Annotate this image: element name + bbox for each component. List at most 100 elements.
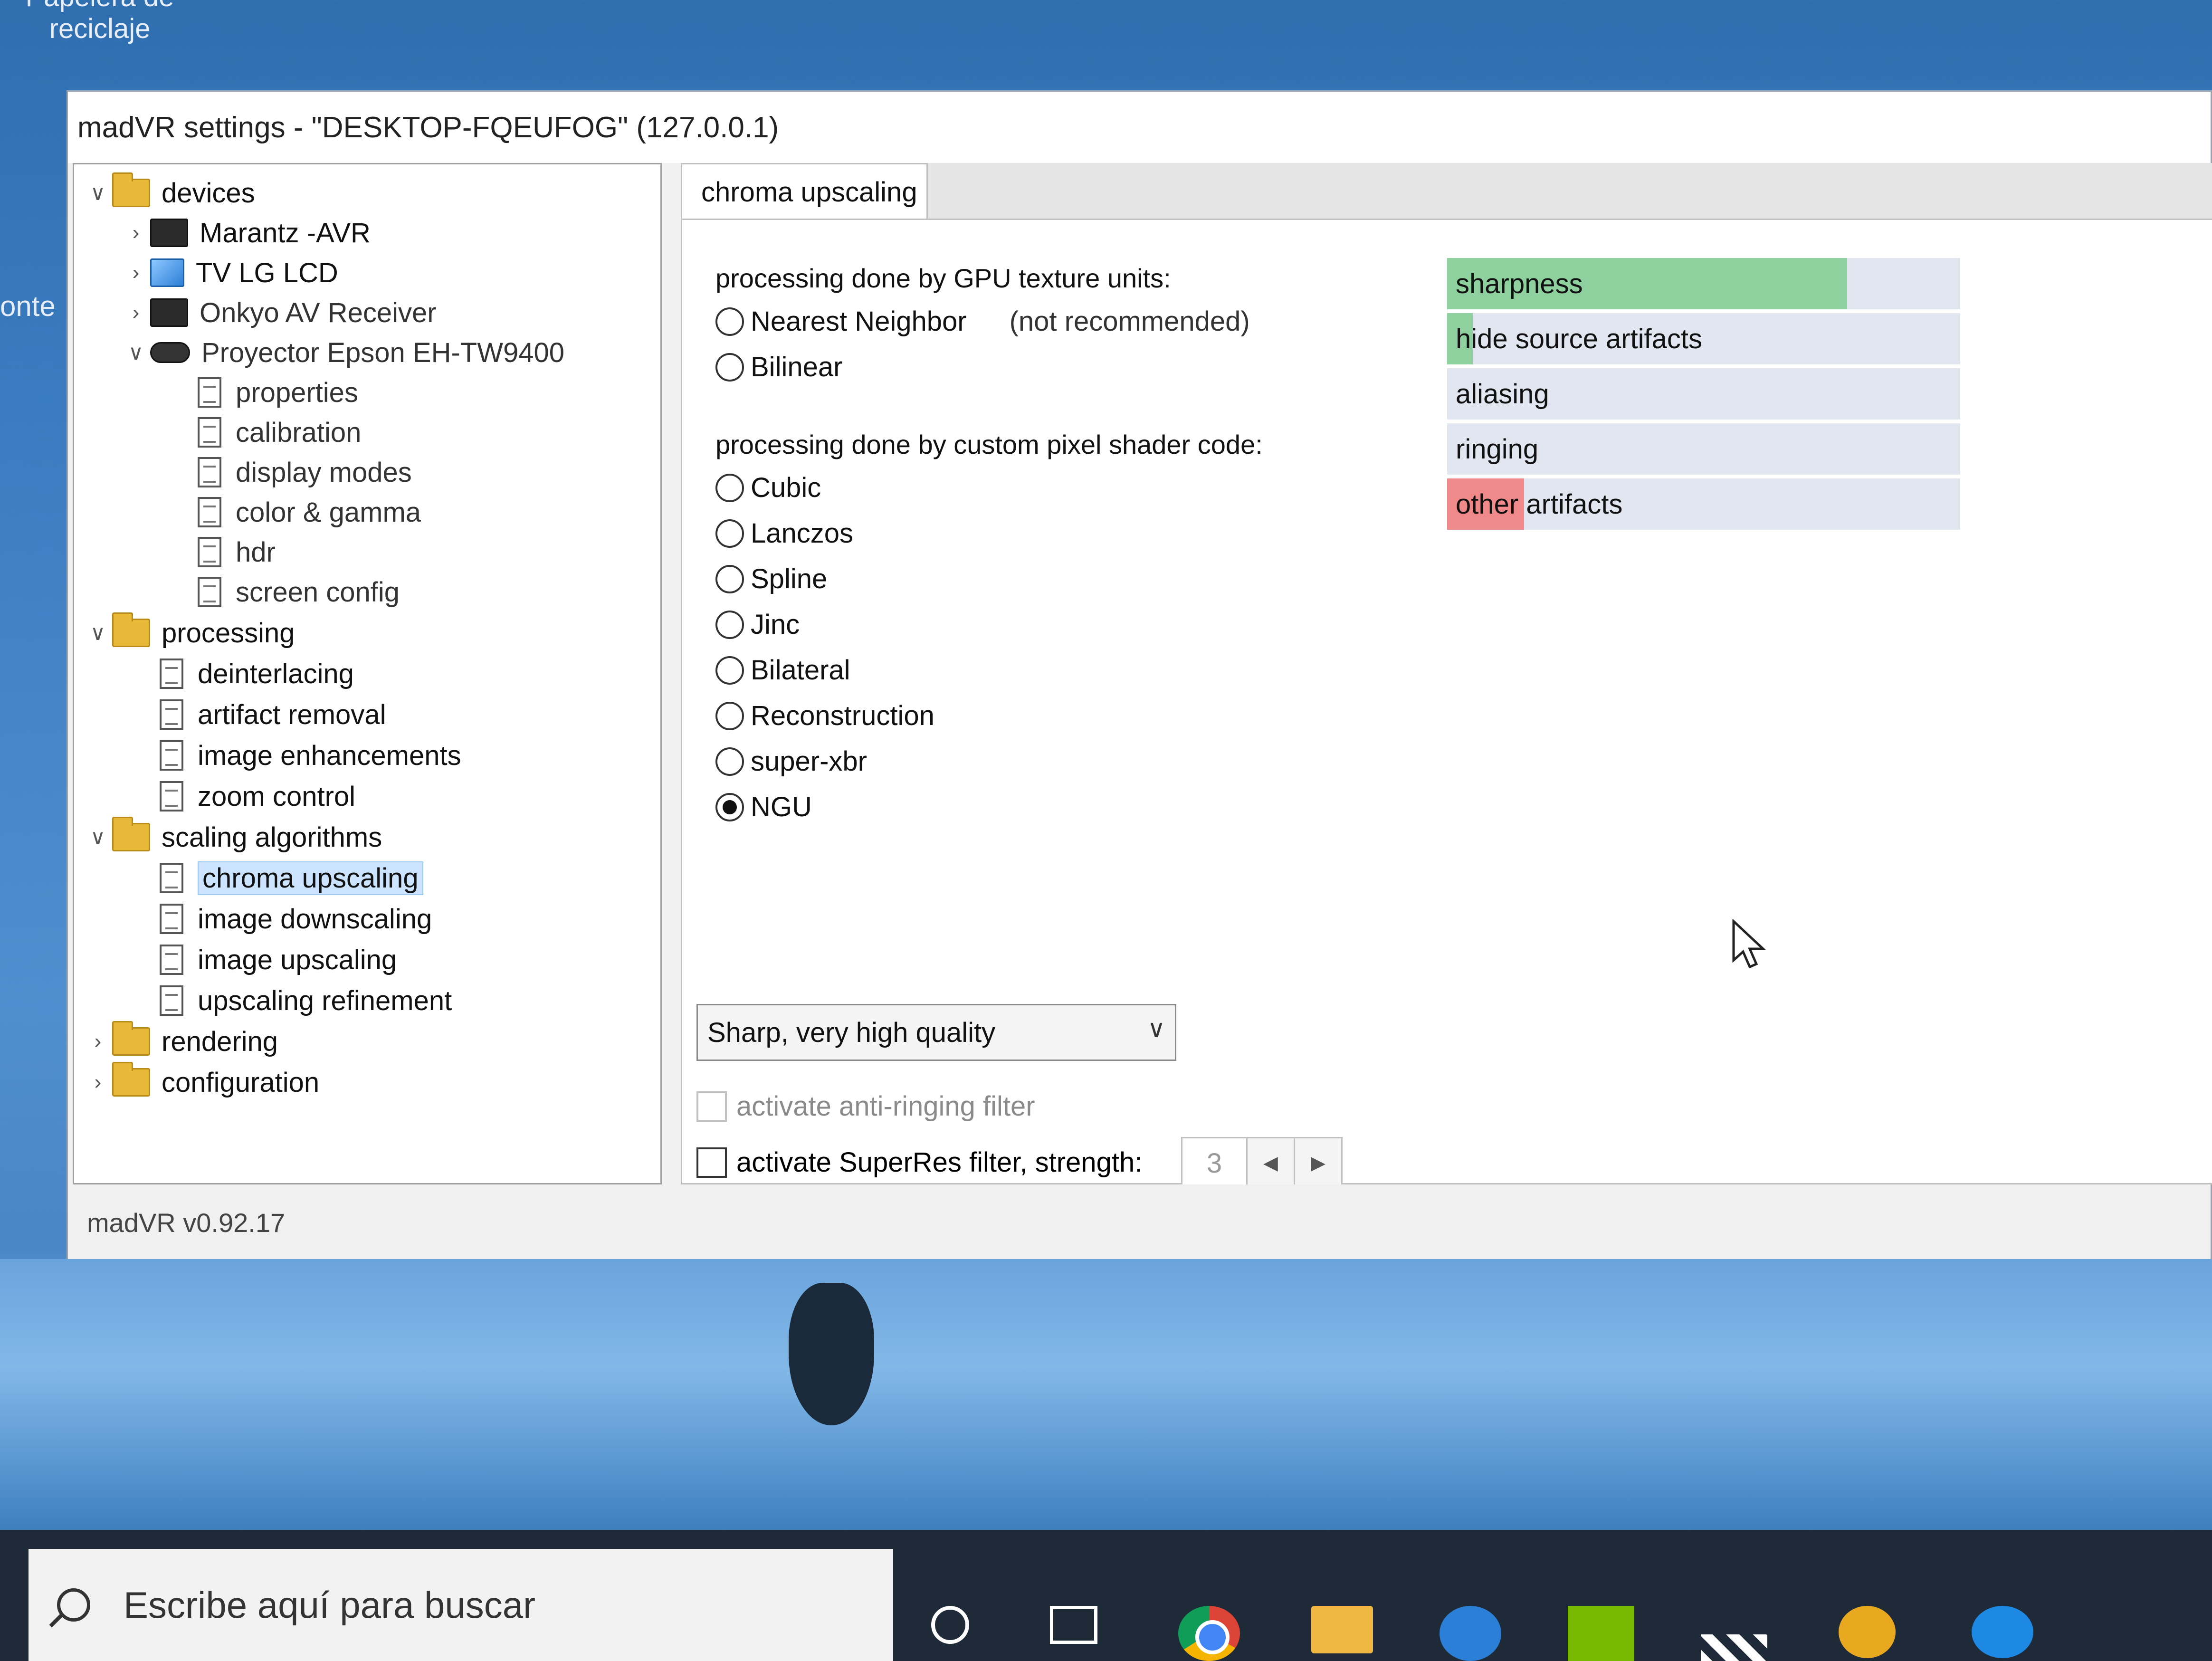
tree-item-image-enhancements[interactable]: image enhancements <box>160 736 461 774</box>
tab-chroma-upscaling[interactable]: chroma upscaling <box>681 163 928 220</box>
chevron-right-icon[interactable]: › <box>122 301 150 325</box>
radio-cubic[interactable]: Cubic <box>715 472 821 504</box>
superres-checkbox-row[interactable]: activate SuperRes filter, strength: <box>696 1146 1142 1178</box>
radio-jinc[interactable]: Jinc <box>715 609 800 640</box>
receiver-icon <box>150 219 188 247</box>
wallpaper-figure <box>789 1283 874 1425</box>
radio-button[interactable] <box>715 701 744 730</box>
tree-item-display-modes[interactable]: display modes <box>198 453 412 491</box>
radio-bilateral[interactable]: Bilateral <box>715 654 850 686</box>
gpu-heading: processing done by GPU texture units: <box>715 263 1171 293</box>
tree-item-hdr[interactable]: hdr <box>198 533 276 571</box>
tree-item-image-upscaling[interactable]: image upscaling <box>160 941 397 979</box>
anti-ringing-checkbox[interactable] <box>696 1091 727 1122</box>
chevron-right-icon[interactable]: › <box>84 1030 112 1053</box>
taskbar-search[interactable]: Escribe aquí para buscar <box>29 1549 893 1661</box>
radio-nearest-neighbor[interactable]: Nearest Neighbor (not recommended) <box>715 305 1250 337</box>
page-icon <box>160 985 183 1016</box>
tab-panel: processing done by GPU texture units: Ne… <box>681 219 2212 1189</box>
page-icon <box>160 781 183 811</box>
thunderbird-icon[interactable] <box>1440 1606 1501 1661</box>
radio-lanczos[interactable]: Lanczos <box>715 517 853 549</box>
page-icon <box>160 740 183 771</box>
not-recommended-note: (not recommended) <box>1009 306 1250 337</box>
radio-button[interactable] <box>715 353 744 382</box>
quality-dropdown[interactable]: Sharp, very high quality ∨ <box>696 1004 1176 1061</box>
chevron-down-icon[interactable]: ∨ <box>84 621 112 645</box>
superres-label: activate SuperRes filter, strength: <box>736 1147 1143 1178</box>
tree-item-proyector[interactable]: ∨ Proyector Epson EH-TW9400 <box>122 334 564 372</box>
tree-item-properties[interactable]: properties <box>198 373 358 411</box>
tree-item-configuration[interactable]: › configuration <box>84 1062 319 1101</box>
tree-item-screen-config[interactable]: screen config <box>198 573 400 611</box>
tree-item-chroma-upscaling[interactable]: chroma upscaling <box>160 859 423 897</box>
app-icon[interactable] <box>1972 1606 2033 1658</box>
radio-button[interactable] <box>715 519 744 548</box>
window-titlebar[interactable]: madVR settings - "DESKTOP-FQEUFOG" (127.… <box>68 92 2211 163</box>
radio-super-xbr[interactable]: super-xbr <box>715 745 867 777</box>
tree-item-upscaling-refinement[interactable]: upscaling refinement <box>160 982 452 1020</box>
anti-ringing-checkbox-row[interactable]: activate anti-ringing filter <box>696 1090 1035 1122</box>
increment-arrow-icon[interactable]: ▶ <box>1295 1137 1343 1189</box>
app-icon[interactable] <box>1839 1606 1896 1658</box>
tree-label: calibration <box>236 417 362 448</box>
superres-checkbox[interactable] <box>696 1147 727 1178</box>
tree-item-deinterlacing[interactable]: deinterlacing <box>160 655 354 693</box>
nvidia-icon[interactable] <box>1568 1606 1634 1661</box>
radio-label: Nearest Neighbor <box>751 306 967 337</box>
radio-label: Cubic <box>751 472 821 503</box>
recycle-bin-label[interactable]: Papelera de reciclaje <box>19 0 181 45</box>
tree-item-marantz[interactable]: › Marantz -AVR <box>122 214 371 252</box>
tree-label: image upscaling <box>198 944 397 975</box>
tree-item-calibration[interactable]: calibration <box>198 413 361 451</box>
radio-ngu[interactable]: NGU <box>715 791 812 823</box>
chevron-down-icon[interactable]: ∨ <box>84 825 112 850</box>
chevron-down-icon[interactable]: ∨ <box>84 181 112 205</box>
radio-spline[interactable]: Spline <box>715 563 827 595</box>
chrome-icon[interactable] <box>1178 1606 1240 1661</box>
recycle-bin-label-line1: Papelera de <box>19 0 181 13</box>
meter-aliasing: aliasing <box>1447 368 1960 420</box>
chevron-right-icon[interactable]: › <box>84 1070 112 1094</box>
chevron-right-icon[interactable]: › <box>122 221 150 245</box>
tree-item-tv[interactable]: › TV LG LCD <box>122 254 338 292</box>
file-explorer-icon[interactable] <box>1311 1606 1373 1653</box>
strength-value[interactable]: 3 <box>1181 1137 1248 1189</box>
chevron-down-icon[interactable]: ∨ <box>122 341 150 365</box>
tree-item-artifact-removal[interactable]: artifact removal <box>160 696 386 734</box>
tree-item-onkyo[interactable]: › Onkyo AV Receiver <box>122 294 437 332</box>
folder-icon <box>112 612 150 647</box>
tree-item-image-downscaling[interactable]: image downscaling <box>160 900 432 938</box>
settings-content: chroma upscaling processing done by GPU … <box>681 163 2212 1189</box>
decrement-arrow-icon[interactable]: ◀ <box>1248 1137 1295 1189</box>
meter-hide-source-artifacts: hide source artifacts <box>1447 313 1960 364</box>
meter-other-artifacts: other artifacts <box>1447 478 1960 530</box>
cortana-icon[interactable] <box>931 1606 969 1644</box>
clapperboard-icon[interactable] <box>1701 1634 1767 1661</box>
radio-button-selected[interactable] <box>715 792 744 821</box>
radio-button[interactable] <box>715 564 744 593</box>
shader-heading: processing done by custom pixel shader c… <box>715 430 1263 459</box>
radio-button[interactable] <box>715 656 744 685</box>
page-icon <box>198 577 221 607</box>
radio-reconstruction[interactable]: Reconstruction <box>715 700 934 732</box>
radio-button[interactable] <box>715 473 744 502</box>
tree-label: artifact removal <box>198 699 386 730</box>
page-icon <box>160 659 183 689</box>
tree-item-zoom-control[interactable]: zoom control <box>160 777 355 815</box>
radio-button[interactable] <box>715 610 744 639</box>
chevron-right-icon[interactable]: › <box>122 261 150 285</box>
radio-bilinear[interactable]: Bilinear <box>715 351 842 383</box>
tree-item-devices[interactable]: ∨ devices <box>84 172 255 212</box>
tree-item-scaling-algorithms[interactable]: ∨ scaling algorithms <box>84 817 382 856</box>
radio-button[interactable] <box>715 307 744 336</box>
radio-label: NGU <box>751 792 812 822</box>
tree-item-rendering[interactable]: › rendering <box>84 1021 278 1060</box>
radio-label: Bilateral <box>751 655 850 686</box>
tree-item-color-gamma[interactable]: color & gamma <box>198 493 421 531</box>
tree-item-processing[interactable]: ∨ processing <box>84 612 295 652</box>
radio-button[interactable] <box>715 747 744 776</box>
task-view-icon[interactable] <box>1050 1606 1097 1644</box>
meter-label: ringing <box>1456 433 1539 465</box>
strength-stepper[interactable]: 3 ◀ ▶ <box>1181 1137 1343 1189</box>
